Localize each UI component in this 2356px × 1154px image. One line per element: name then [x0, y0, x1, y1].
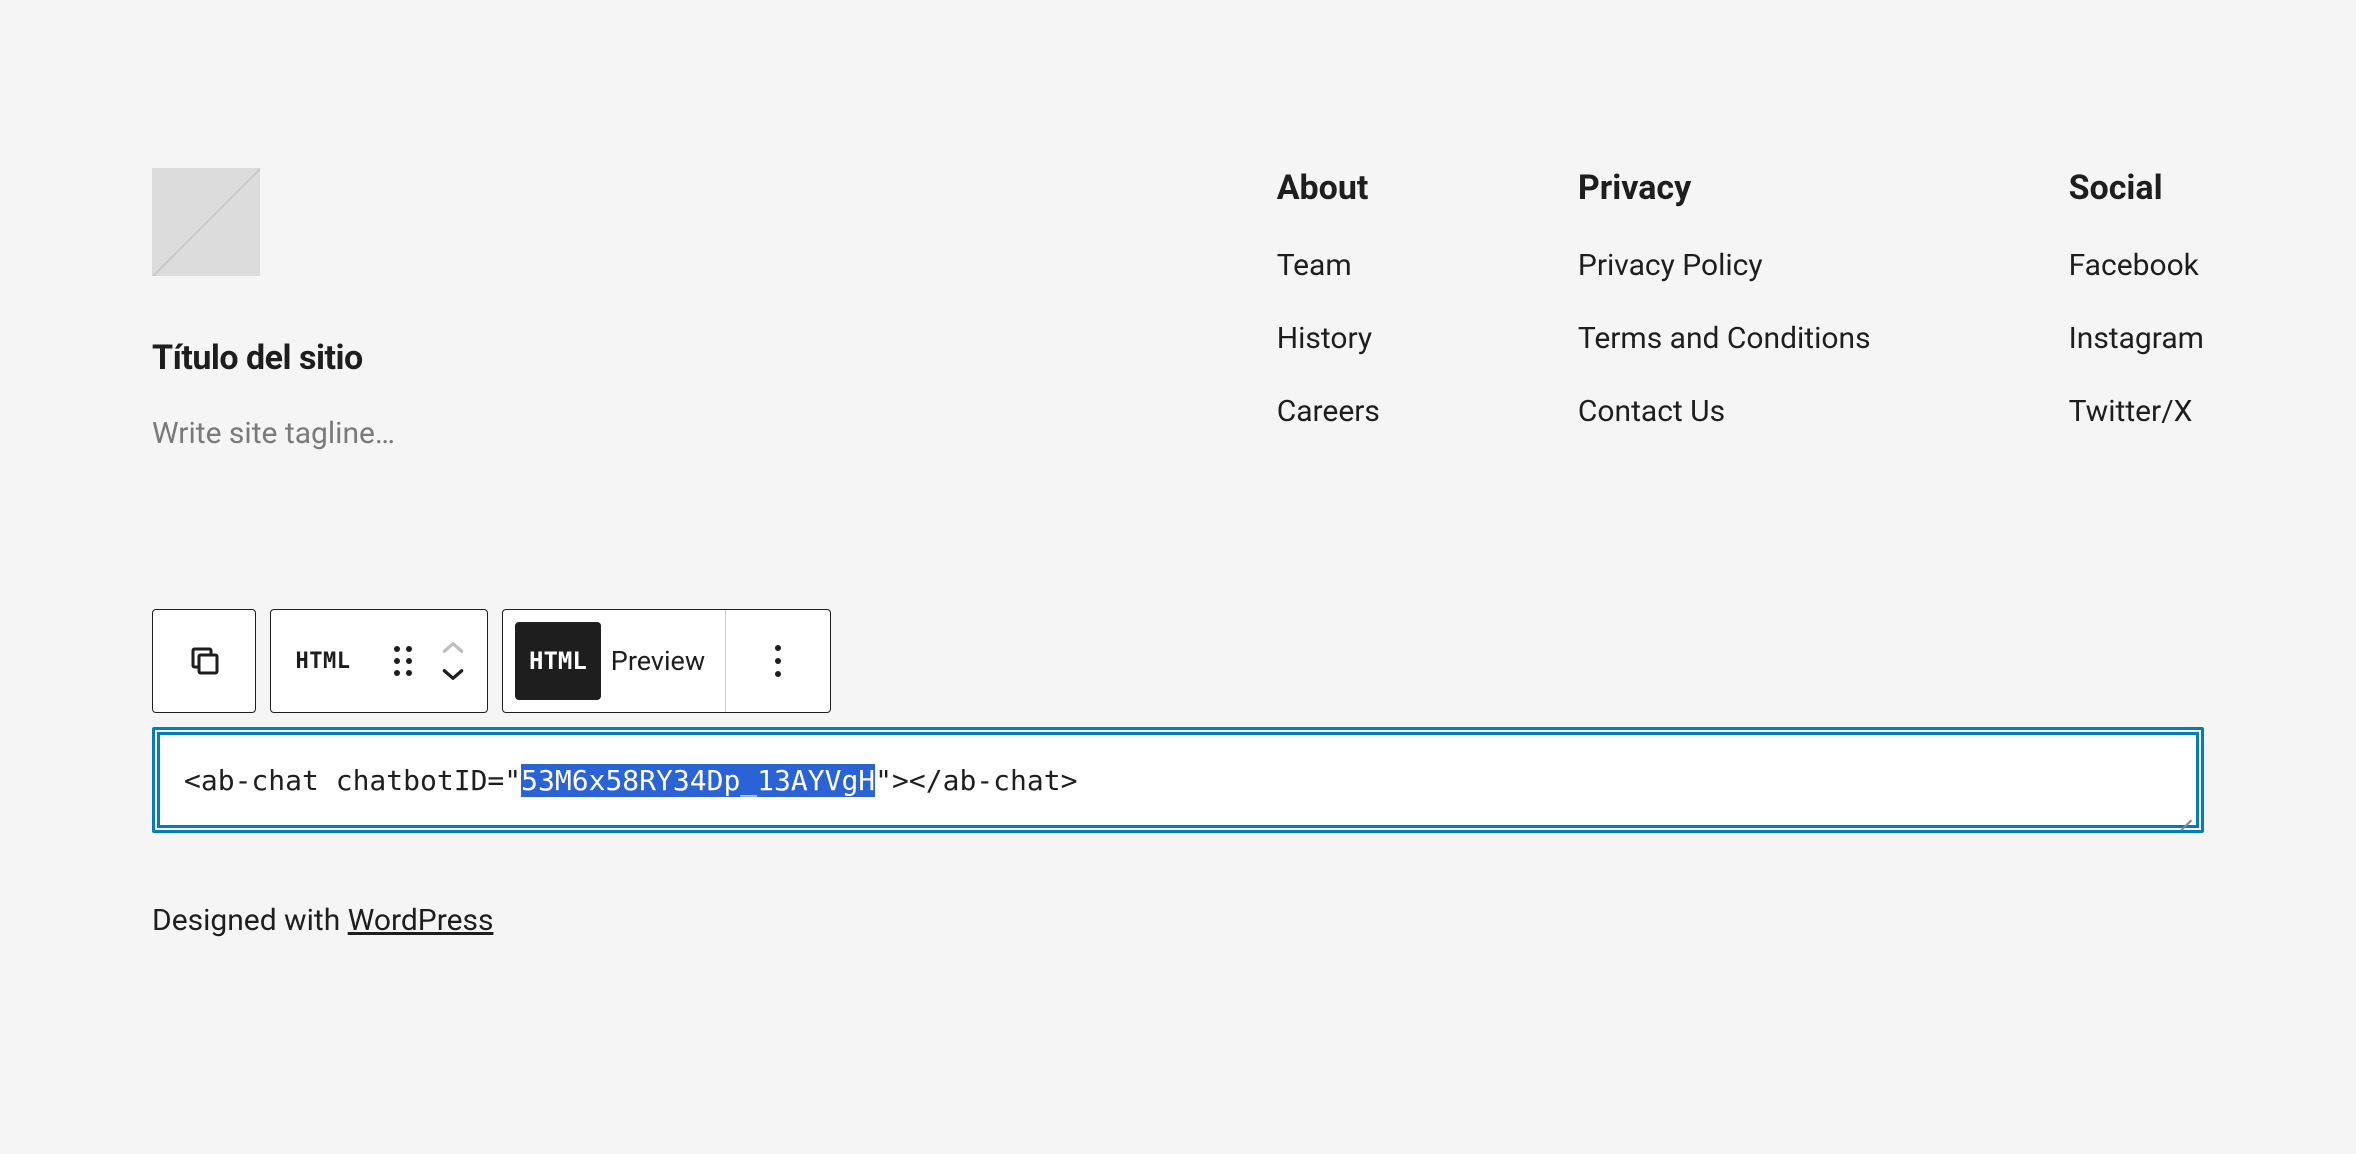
- html-tab-button[interactable]: HTML: [515, 622, 601, 700]
- footer-nav-columns: About Team History Careers Privacy Priva…: [1277, 168, 2204, 467]
- html-block-editor: HTML HTML Preview: [152, 609, 2204, 833]
- footer-text: Designed with: [152, 903, 348, 938]
- code-suffix: "></ab-chat>: [875, 764, 1077, 797]
- code-selection: 53M6x58RY34Dp_13AYVgH: [521, 764, 875, 797]
- editor-canvas: Título del sitio Write site tagline… Abo…: [0, 0, 2356, 938]
- nav-link-privacy-policy[interactable]: Privacy Policy: [1578, 248, 1871, 283]
- parent-block-button[interactable]: [152, 609, 256, 713]
- nav-col-social: Social Facebook Instagram Twitter/X: [2069, 168, 2204, 467]
- nav-link-facebook[interactable]: Facebook: [2069, 248, 2204, 283]
- chevron-down-icon[interactable]: [440, 666, 466, 682]
- site-identity: Título del sitio Write site tagline…: [152, 168, 395, 451]
- nav-link-instagram[interactable]: Instagram: [2069, 321, 2204, 356]
- footer-credit: Designed with WordPress: [152, 903, 2204, 938]
- chevron-up-icon[interactable]: [440, 640, 466, 656]
- block-controls: HTML: [270, 609, 488, 713]
- block-type-html-button[interactable]: HTML: [271, 610, 375, 712]
- nav-heading: Social: [2069, 168, 2204, 208]
- mover-buttons: [431, 610, 487, 712]
- dots-icon: [775, 645, 781, 651]
- nav-link-contact[interactable]: Contact Us: [1578, 394, 1871, 429]
- preview-tab-button[interactable]: Preview: [601, 610, 725, 712]
- resize-handle-icon[interactable]: [2173, 802, 2193, 822]
- html-code-block-wrapper: <ab-chat chatbotID="53M6x58RY34Dp_13AYVg…: [152, 727, 2204, 833]
- wordpress-link[interactable]: WordPress: [348, 903, 494, 938]
- group-icon: [187, 643, 223, 679]
- code-prefix: <ab-chat chatbotID=": [184, 764, 521, 797]
- html-code-input[interactable]: <ab-chat chatbotID="53M6x58RY34Dp_13AYVg…: [157, 732, 2199, 828]
- site-title[interactable]: Título del sitio: [152, 338, 395, 378]
- drag-handle[interactable]: [375, 610, 431, 712]
- nav-link-history[interactable]: History: [1277, 321, 1380, 356]
- nav-heading: Privacy: [1578, 168, 1871, 208]
- html-preview-group: HTML Preview: [502, 609, 831, 713]
- nav-heading: About: [1277, 168, 1380, 208]
- nav-link-careers[interactable]: Careers: [1277, 394, 1380, 429]
- nav-link-terms[interactable]: Terms and Conditions: [1578, 321, 1871, 356]
- nav-link-team[interactable]: Team: [1277, 248, 1380, 283]
- nav-col-privacy: Privacy Privacy Policy Terms and Conditi…: [1578, 168, 1871, 467]
- drag-icon: [394, 646, 412, 676]
- site-tagline-input[interactable]: Write site tagline…: [152, 416, 395, 451]
- more-options-button[interactable]: [726, 610, 830, 712]
- footer-section-row: Título del sitio Write site tagline… Abo…: [152, 168, 2204, 467]
- site-logo-placeholder[interactable]: [152, 168, 260, 276]
- nav-col-about: About Team History Careers: [1277, 168, 1380, 467]
- nav-link-twitter[interactable]: Twitter/X: [2069, 394, 2204, 429]
- block-toolbar: HTML HTML Preview: [152, 609, 2204, 713]
